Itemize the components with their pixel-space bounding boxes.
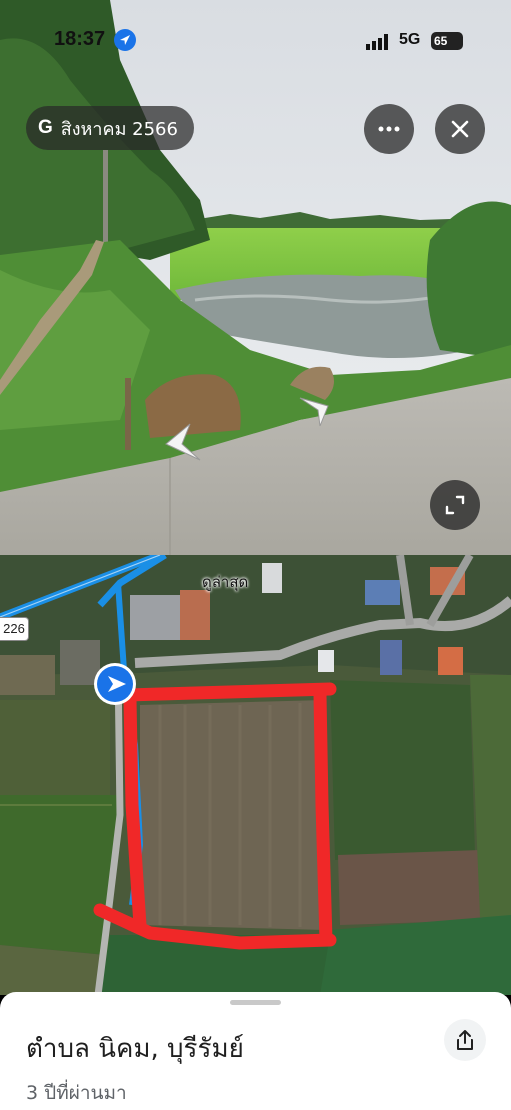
- capture-date: สิงหาคม 2566: [60, 118, 178, 140]
- map-imagery: [0, 555, 511, 995]
- chevron-right-icon[interactable]: [298, 394, 334, 428]
- share-button[interactable]: [444, 1019, 486, 1061]
- capture-date-pill[interactable]: G สิงหาคม 2566: [26, 106, 194, 150]
- more-button[interactable]: [364, 104, 414, 154]
- place-bottom-sheet[interactable]: ตำบล นิคม, บุรีรัมย์ 3 ปีที่ผ่านมา: [0, 992, 511, 1110]
- satellite-map[interactable]: ดูล่าสุด 226: [0, 555, 511, 995]
- map-place-label[interactable]: ดูล่าสุด: [202, 570, 248, 594]
- expand-icon: [445, 495, 465, 515]
- battery-indicator: 65: [431, 32, 463, 50]
- street-view-scene: [0, 0, 511, 555]
- sheet-grabber[interactable]: [230, 1000, 281, 1005]
- expand-button[interactable]: [430, 480, 480, 530]
- place-subtitle: 3 ปีที่ผ่านมา: [26, 1082, 127, 1104]
- close-button[interactable]: [435, 104, 485, 154]
- close-icon: [451, 120, 469, 138]
- chevron-left-icon[interactable]: [160, 420, 204, 464]
- place-title: ตำบล นิคม, บุรีรัมย์: [26, 1034, 244, 1064]
- road-number-badge: 226: [0, 617, 29, 641]
- signal-icon: [366, 34, 388, 50]
- status-bar: 18:37 5G 65: [0, 26, 511, 60]
- share-icon: [457, 1030, 473, 1050]
- status-time: 18:37: [54, 28, 106, 50]
- navigation-arrow-icon[interactable]: [92, 661, 138, 707]
- google-logo: G: [38, 117, 53, 138]
- more-icon: [378, 126, 400, 132]
- street-view-panorama[interactable]: 18:37 5G 65 G สิงหาคม 2566: [0, 0, 511, 555]
- network-type: 5G: [399, 31, 421, 48]
- location-arrow-icon: [114, 29, 136, 51]
